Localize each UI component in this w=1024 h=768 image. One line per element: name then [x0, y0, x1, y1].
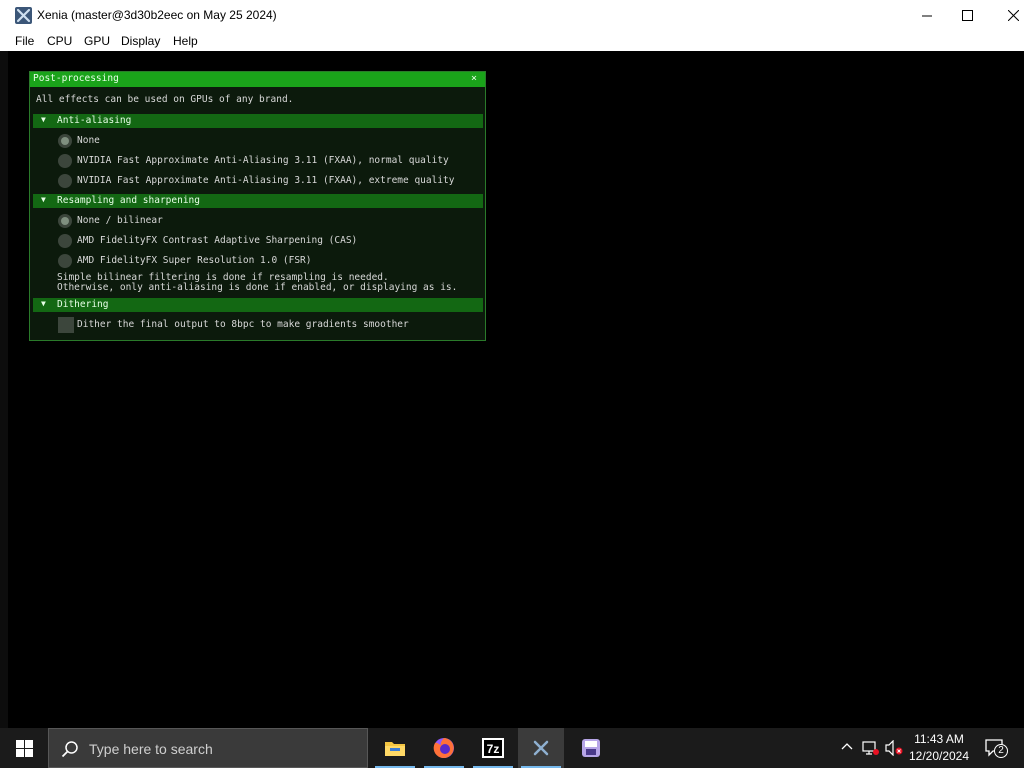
xenia-icon — [533, 740, 549, 756]
collapse-arrow-icon: ▼ — [41, 195, 46, 204]
floppy-disk-icon — [582, 739, 600, 757]
notification-button[interactable]: 2 — [980, 738, 1010, 760]
resampling-note-line2: Otherwise, only anti-aliasing is done if… — [57, 282, 458, 293]
resample-fsr-label[interactable]: AMD FidelityFX Super Resolution 1.0 (FSR… — [77, 256, 312, 266]
post-processing-window: Post-processing × All effects can be use… — [29, 71, 486, 341]
menu-bar: File CPU GPU Display Help — [0, 31, 1024, 51]
title-bar: Xenia (master@3d30b2eec on May 25 2024) — [0, 0, 1024, 31]
firefox-icon — [433, 738, 454, 758]
folder-icon — [385, 742, 405, 756]
taskbar-file-explorer[interactable] — [372, 728, 418, 768]
taskbar-7zip[interactable]: 7z — [470, 728, 516, 768]
post-processing-title: Post-processing — [33, 73, 119, 84]
xenia-app-icon — [15, 7, 32, 24]
close-button[interactable] — [990, 0, 1024, 31]
collapse-arrow-icon: ▼ — [41, 299, 46, 308]
collapse-arrow-icon: ▼ — [41, 115, 46, 124]
aa-fxaa-normal-label[interactable]: NVIDIA Fast Approximate Anti-Aliasing 3.… — [77, 156, 449, 166]
menu-display[interactable]: Display — [121, 34, 160, 48]
menu-cpu[interactable]: CPU — [47, 34, 72, 48]
chevron-up-icon[interactable] — [840, 740, 854, 754]
aa-fxaa-extreme-label[interactable]: NVIDIA Fast Approximate Anti-Aliasing 3.… — [77, 176, 455, 186]
dither-checkbox-label[interactable]: Dither the final output to 8bpc to make … — [77, 320, 409, 330]
taskbar: Type here to search 7z 11:43 AM 12/20/20… — [0, 728, 1024, 768]
menu-help[interactable]: Help — [173, 34, 198, 48]
windows-logo-icon — [15, 739, 33, 757]
post-processing-title-bar[interactable]: Post-processing × — [30, 72, 485, 87]
dither-checkbox[interactable] — [58, 317, 74, 333]
menu-gpu[interactable]: GPU — [84, 34, 110, 48]
resample-bilinear-label[interactable]: None / bilinear — [77, 216, 163, 226]
resample-cas-label[interactable]: AMD FidelityFX Contrast Adaptive Sharpen… — [77, 236, 357, 246]
search-icon — [61, 741, 78, 758]
start-button[interactable] — [0, 728, 48, 768]
resample-bilinear-radio[interactable] — [58, 214, 72, 228]
anti-aliasing-label: Anti-aliasing — [57, 115, 132, 126]
notification-count: 2 — [994, 744, 1008, 758]
resampling-header[interactable]: ▼ Resampling and sharpening — [33, 194, 483, 208]
post-processing-close-icon[interactable]: × — [471, 73, 477, 85]
taskbar-save-app[interactable] — [568, 728, 614, 768]
window-title: Xenia (master@3d30b2eec on May 25 2024) — [37, 8, 277, 22]
taskbar-search-box[interactable]: Type here to search — [48, 728, 368, 768]
clock-date: 12/20/2024 — [908, 749, 970, 763]
menu-file[interactable]: File — [15, 34, 34, 48]
svg-text:7z: 7z — [487, 742, 500, 756]
aa-fxaa-normal-radio[interactable] — [58, 154, 72, 168]
aa-none-label[interactable]: None — [77, 136, 100, 146]
render-area-edge — [0, 51, 8, 728]
taskbar-firefox[interactable] — [421, 728, 467, 768]
7zip-icon: 7z — [482, 738, 504, 758]
resample-fsr-radio[interactable] — [58, 254, 72, 268]
resampling-label: Resampling and sharpening — [57, 195, 200, 206]
maximize-icon — [961, 10, 973, 21]
intro-text: All effects can be used on GPUs of any b… — [36, 94, 294, 105]
minimize-icon — [921, 15, 932, 17]
search-placeholder: Type here to search — [89, 741, 213, 757]
close-icon — [1007, 10, 1019, 21]
anti-aliasing-header[interactable]: ▼ Anti-aliasing — [33, 114, 483, 128]
network-icon[interactable] — [862, 740, 880, 756]
clock-time: 11:43 AM — [914, 732, 964, 746]
dithering-header[interactable]: ▼ Dithering — [33, 298, 483, 312]
system-clock[interactable]: 11:43 AM 12/20/2024 — [900, 731, 978, 765]
aa-none-radio[interactable] — [58, 134, 72, 148]
resample-cas-radio[interactable] — [58, 234, 72, 248]
dithering-label: Dithering — [57, 299, 109, 310]
maximize-button[interactable] — [944, 0, 990, 31]
aa-fxaa-extreme-radio[interactable] — [58, 174, 72, 188]
taskbar-xenia[interactable] — [518, 728, 564, 768]
